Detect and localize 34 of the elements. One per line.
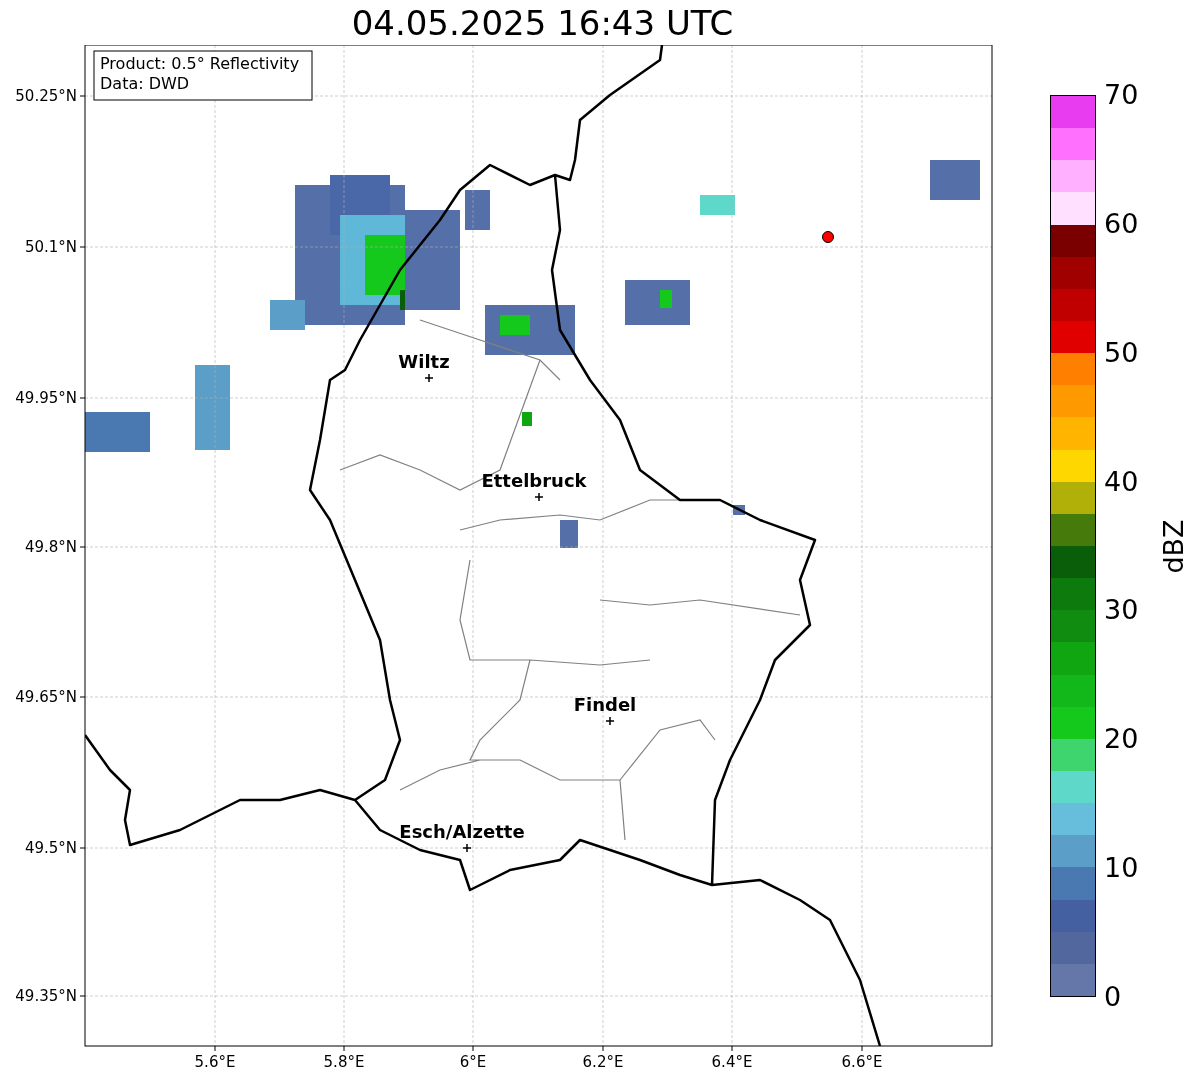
city-label: Ettelbruck — [481, 470, 587, 491]
city-label: Findel — [573, 694, 637, 715]
radar-site-marker — [822, 231, 834, 243]
map-title: 04.05.2025 16:43 UTC — [351, 5, 734, 40]
x-tick-label: 6.4°E — [711, 1053, 753, 1071]
y-tick-label: 49.5°N — [24, 839, 77, 857]
city-marker — [424, 373, 434, 383]
city-marker — [605, 716, 615, 726]
colorbar-tick-label: 60 — [1104, 207, 1139, 240]
colorbar-tick-label: 10 — [1104, 852, 1139, 885]
y-tick-label: 50.1°N — [24, 238, 77, 256]
y-tick-label: 49.35°N — [15, 987, 77, 1005]
info-text: Product: 0.5° Reflectivity — [100, 54, 300, 73]
y-tick-label: 49.95°N — [15, 389, 77, 407]
colorbar-tick-label: 40 — [1104, 465, 1139, 498]
colorbar-tick-label: 50 — [1104, 336, 1139, 369]
x-tick-label: 6.2°E — [582, 1053, 624, 1071]
colorbar-tick-label: 30 — [1104, 594, 1139, 627]
colorbar-label: dBZ — [1159, 518, 1184, 574]
y-tick-label: 49.8°N — [24, 538, 77, 556]
info-text: Data: DWD — [100, 74, 190, 93]
x-tick-label: 5.8°E — [323, 1053, 365, 1071]
city-label: Esch/Alzette — [399, 821, 525, 842]
colorbar-tick-label: 20 — [1104, 723, 1139, 756]
x-tick-label: 6.6°E — [841, 1053, 883, 1071]
colorbar-tick-label: 70 — [1104, 79, 1139, 111]
city-marker — [462, 843, 472, 853]
x-tick-label: 6°E — [459, 1053, 487, 1071]
city-label: Wiltz — [398, 351, 450, 372]
y-tick-label: 49.65°N — [15, 688, 77, 706]
colorbar-tick-label: 0 — [1104, 980, 1123, 1013]
city-marker — [534, 492, 544, 502]
x-tick-label: 5.6°E — [194, 1053, 236, 1071]
y-tick-label: 50.25°N — [15, 87, 77, 105]
